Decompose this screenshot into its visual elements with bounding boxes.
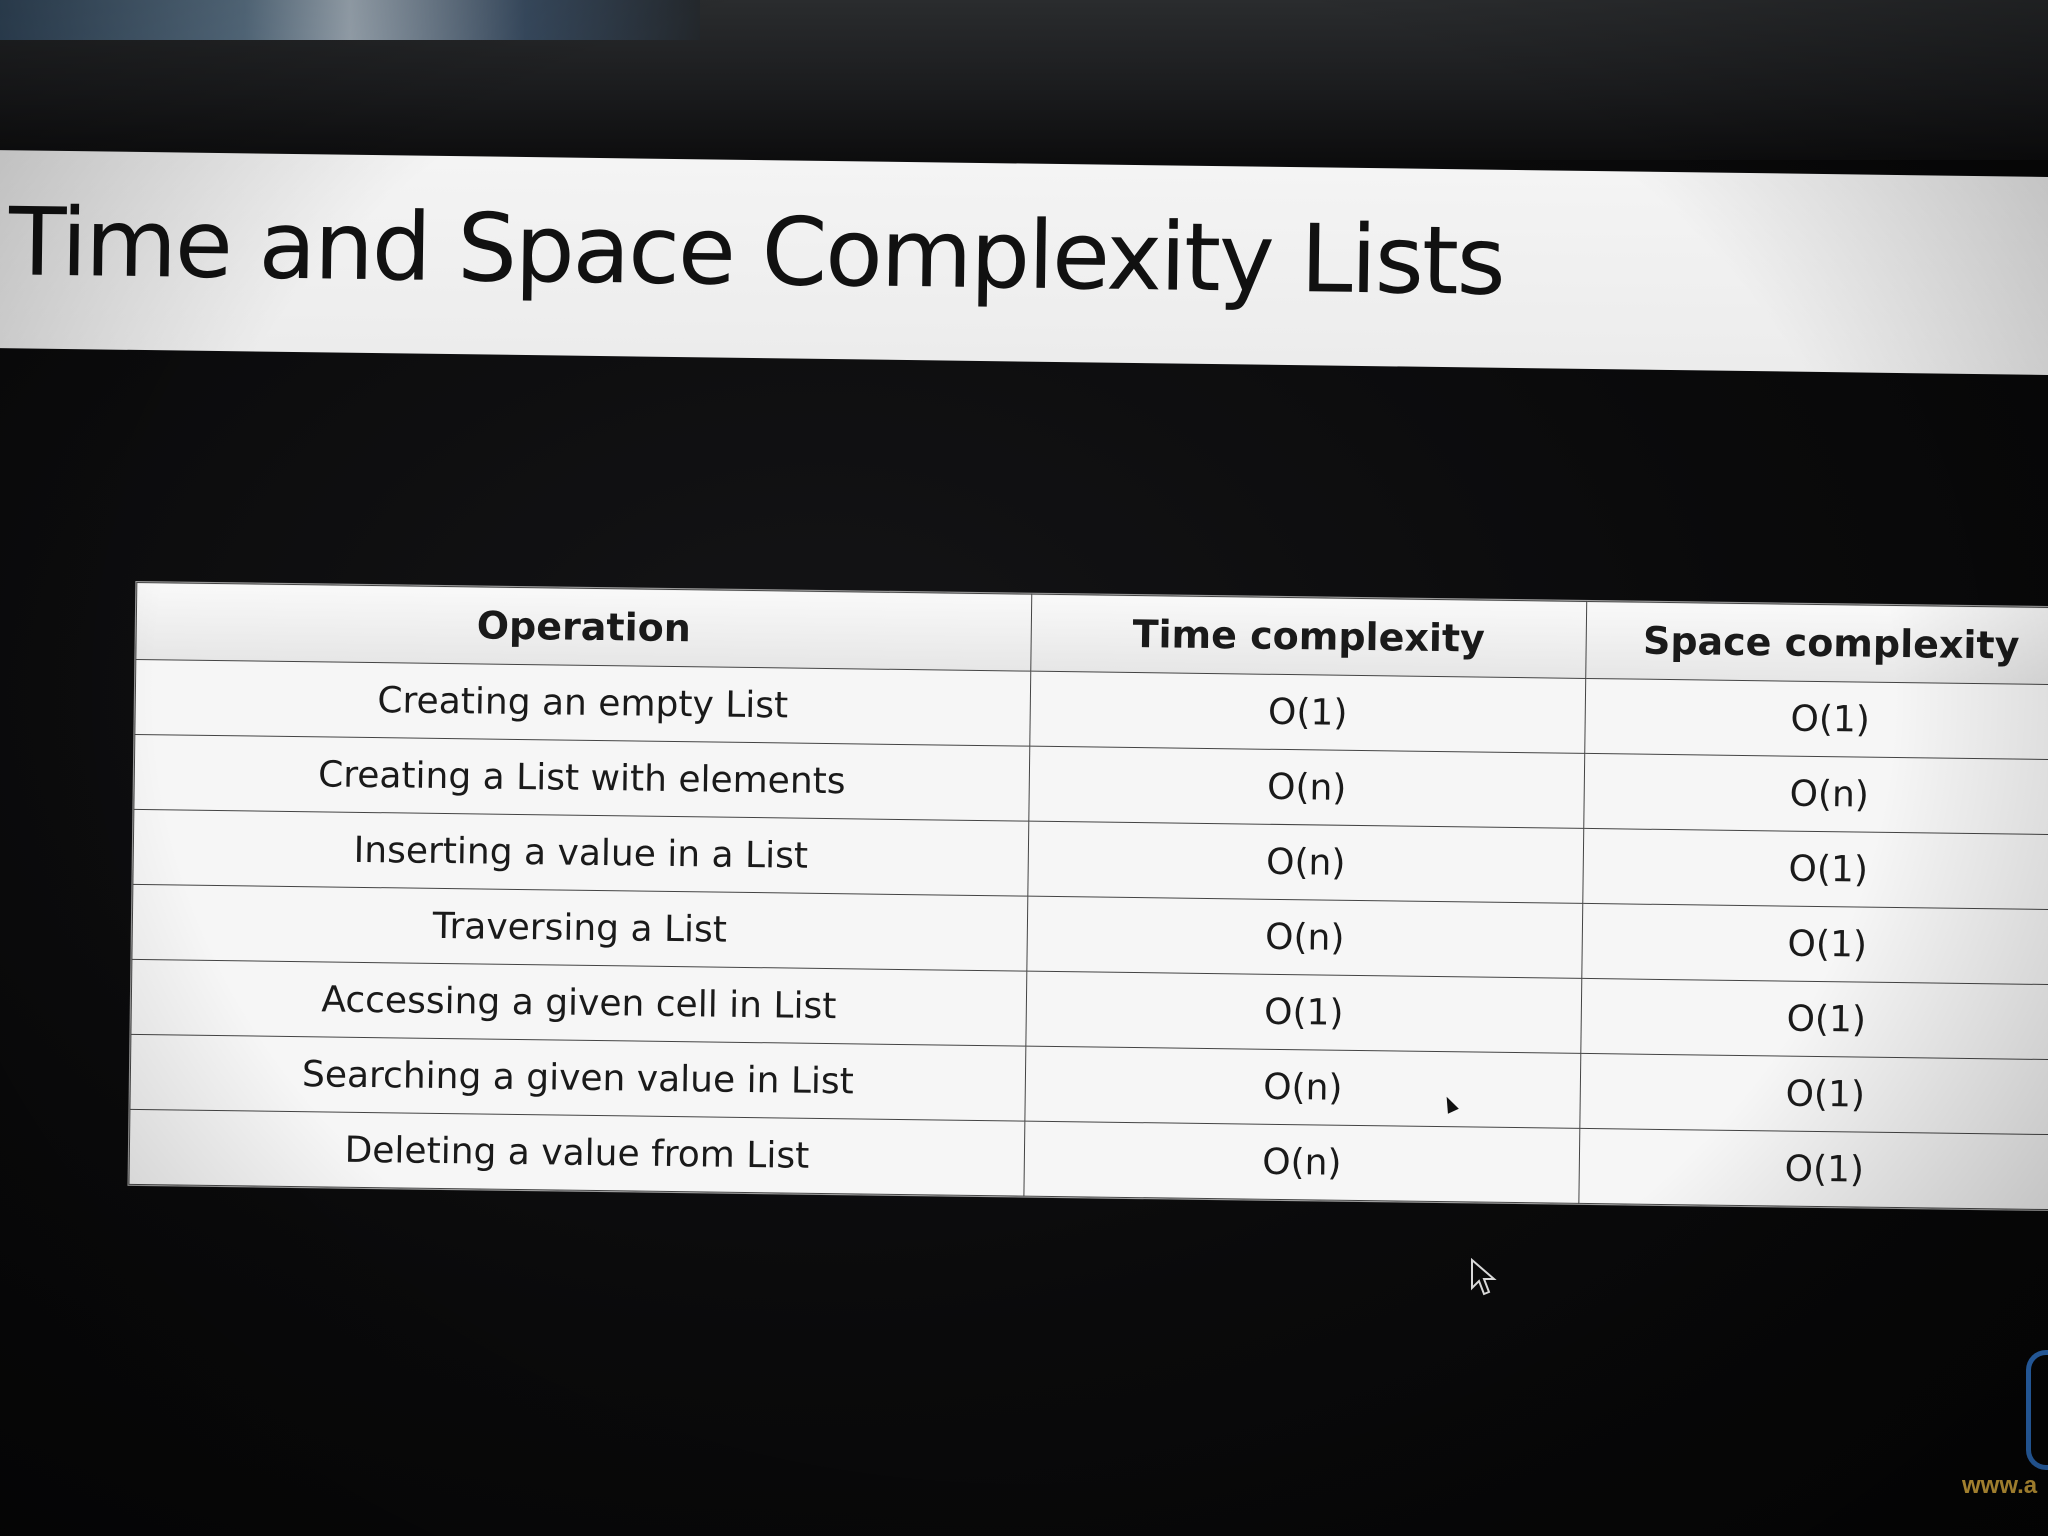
operation-cell: Creating an empty List: [134, 659, 1031, 747]
time-complexity-cell: O(n): [1024, 1046, 1581, 1129]
time-complexity-cell: O(n): [1028, 746, 1585, 829]
space-complexity-cell: O(1): [1579, 1053, 2048, 1135]
header-operation: Operation: [135, 582, 1032, 672]
mouse-pointer-icon: [1471, 1258, 1497, 1296]
slide-title: Time and Space Complexity Lists: [8, 188, 1505, 317]
presentation-slide: Time and Space Complexity Lists Operatio…: [0, 150, 2048, 1478]
space-complexity-cell: O(1): [1584, 678, 2048, 760]
complexity-table: Operation Time complexity Space complexi…: [128, 582, 2048, 1210]
brace-logo-icon: [2026, 1350, 2048, 1470]
monitor-bezel: [0, 0, 2048, 160]
space-complexity-cell: O(1): [1578, 1128, 2048, 1210]
time-complexity-cell: O(1): [1025, 971, 1582, 1054]
time-complexity-cell: O(1): [1029, 671, 1586, 754]
operation-cell: Accessing a given cell in List: [130, 959, 1027, 1047]
time-complexity-cell: O(n): [1027, 821, 1584, 904]
operation-cell: Traversing a List: [131, 884, 1028, 972]
space-complexity-cell: O(1): [1580, 978, 2048, 1060]
operation-cell: Creating a List with elements: [133, 734, 1030, 822]
watermark-url: www.a: [1962, 1472, 2038, 1499]
space-complexity-cell: O(n): [1583, 753, 2048, 835]
time-complexity-cell: O(n): [1026, 896, 1583, 979]
photo-frame: Time and Space Complexity Lists Operatio…: [0, 0, 2048, 1536]
space-complexity-cell: O(1): [1582, 828, 2048, 910]
time-complexity-cell: O(n): [1023, 1121, 1580, 1204]
header-space-complexity: Space complexity: [1585, 601, 2048, 685]
title-band: Time and Space Complexity Lists: [0, 150, 2048, 376]
operation-cell: Deleting a value from List: [128, 1109, 1025, 1197]
complexity-table-wrapper: Operation Time complexity Space complexi…: [128, 581, 2048, 1211]
space-complexity-cell: O(1): [1581, 903, 2048, 985]
operation-cell: Inserting a value in a List: [132, 809, 1029, 897]
operation-cell: Searching a given value in List: [129, 1034, 1026, 1122]
header-time-complexity: Time complexity: [1030, 594, 1587, 679]
reflection-glare: [0, 0, 700, 40]
